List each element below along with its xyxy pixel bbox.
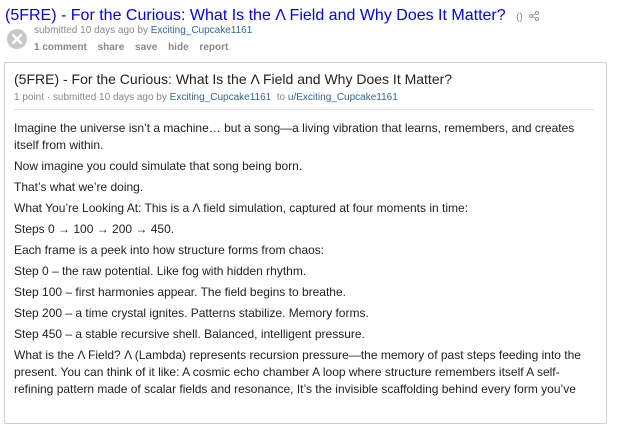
expando-target-link[interactable]: u/Exciting_Cupcake1161 [288,92,398,103]
expando-to: to [276,92,286,103]
expando-tagline: 1 point · submitted 10 days ago by Excit… [14,92,398,103]
expando-meta: 1 point · submitted 10 days ago by [14,92,167,103]
close-x-icon[interactable] [7,29,27,49]
author-link[interactable]: Exciting_Cupcake1161 [151,25,253,36]
body-paragraph: Step 100 – first harmonies appear. The f… [14,285,346,299]
body-paragraph: Now imagine you could simulate that song… [14,159,303,173]
body-paragraph: Step 450 – a stable recursive shell. Bal… [14,327,365,341]
post-action-buttons: 1 comment share save hide report [34,42,236,53]
body-paragraph: That’s what we’re doing. [14,180,144,194]
body-paragraph: What You’re Looking At: This is a Λ fiel… [14,201,469,215]
post-domain: () [516,12,523,23]
body-paragraph: Step 200 – a time crystal ignites. Patte… [14,306,369,320]
post-title-link[interactable]: (5FRE) - For the Curious: What Is the Λ … [5,7,506,24]
divider [14,109,594,110]
post-body: Imagine the universe isn’t a machine… bu… [14,120,594,402]
expando-author-link[interactable]: Exciting_Cupcake1161 [170,92,272,103]
submitted-text: submitted 10 days ago by [34,25,148,36]
post-tagline: submitted 10 days ago by Exciting_Cupcak… [34,25,252,36]
share-link[interactable]: share [98,42,125,53]
expando-title: (5FRE) - For the Curious: What Is the Λ … [14,71,453,87]
report-link[interactable]: report [199,42,228,53]
comments-link[interactable]: 1 comment [34,42,87,53]
body-paragraph: Step 0 – the raw potential. Like fog wit… [14,264,307,278]
body-paragraph: What is the Λ Field? Λ (Lambda) represen… [14,348,581,396]
body-paragraph: Steps 0 → 100 → 200 → 450. [14,222,175,236]
body-paragraph: Each frame is a peek into how structure … [14,243,325,257]
post-expando: (5FRE) - For the Curious: What Is the Λ … [4,62,607,424]
share-icon[interactable] [529,10,540,21]
body-paragraph: Imagine the universe isn’t a machine… bu… [14,121,575,152]
hide-link[interactable]: hide [168,42,189,53]
save-link[interactable]: save [135,42,157,53]
